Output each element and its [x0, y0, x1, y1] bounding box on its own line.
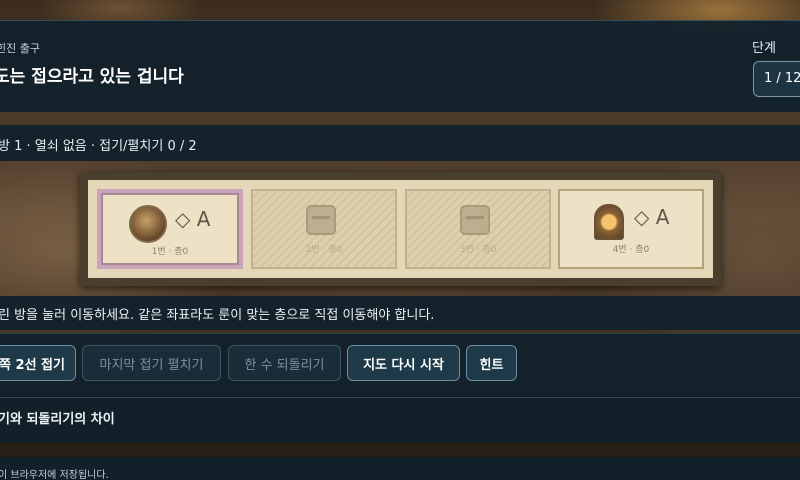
stage-selector[interactable]: 1 / 12 [753, 61, 800, 97]
undo-button[interactable]: 한 수 되돌리기 [228, 345, 341, 381]
room-label: 1번 · 층0 [151, 247, 189, 257]
map-board: ◇ A 1번 · 층0 2번 · 층0 3번 · 층0 ◇ A 4번 · 층0 [80, 172, 721, 286]
hint-button[interactable]: 힌트 [466, 345, 517, 381]
room-4[interactable]: ◇ A 4번 · 층0 [558, 189, 704, 269]
rune-symbol: ◇ A [175, 207, 211, 231]
instruction-text: 린 방을 눌러 이동하세요. 같은 좌표라도 룬이 맞는 층으로 직접 이동해야… [0, 308, 435, 323]
rune-symbol: ◇ A [634, 205, 670, 229]
room-1[interactable]: ◇ A 1번 · 층0 [97, 189, 243, 269]
medallion-icon [129, 205, 167, 243]
room-label: 2번 · 층0 [305, 245, 343, 255]
status-line: 방 1 · 열쇠 없음 · 접기/펼치기 0 / 2 [0, 139, 197, 154]
restart-map-button[interactable]: 지도 다시 시작 [347, 345, 460, 381]
chest-icon [460, 205, 490, 235]
room-label: 4번 · 층0 [612, 245, 650, 255]
unfold-last-button[interactable]: 마지막 접기 펼치기 [82, 345, 221, 381]
chest-icon [306, 205, 336, 235]
footer-band [0, 457, 800, 480]
door-icon [594, 204, 624, 240]
room-3[interactable]: 3번 · 층0 [405, 189, 551, 269]
fold-button[interactable]: 쪽 2선 접기 [0, 345, 76, 381]
room-2[interactable]: 2번 · 층0 [251, 189, 397, 269]
details-band [0, 397, 800, 443]
footer-note: 이 브라우저에 저장됩니다. [0, 470, 109, 480]
room-label: 3번 · 층0 [459, 245, 497, 255]
stage-label: 단계 [752, 41, 776, 56]
level-kicker: 힌진 출구 [0, 42, 40, 55]
details-toggle[interactable]: 기와 되돌리기의 차이 [0, 408, 115, 427]
level-title: 도는 접으라고 있는 겁니다 [0, 67, 184, 87]
